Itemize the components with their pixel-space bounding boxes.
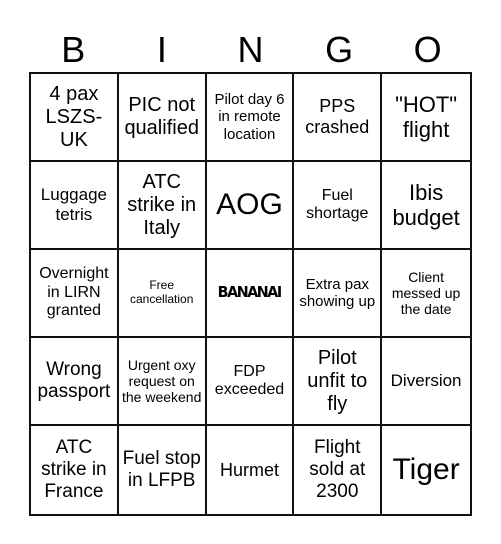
header-letter-n: N: [237, 29, 264, 70]
header-letter-i: I: [156, 29, 167, 70]
bingo-cell[interactable]: FDP exceeded: [206, 338, 295, 426]
header-letter-g: G: [325, 29, 354, 70]
bingo-grid: 4 pax LSZS-UK PIC not qualified Pilot da…: [29, 72, 472, 516]
bingo-cell[interactable]: Urgent oxy request on the weekend: [118, 338, 207, 426]
bingo-cell[interactable]: Wrong passport: [31, 338, 119, 426]
bingo-cell[interactable]: Fuel stop in LFPB: [119, 426, 207, 514]
bingo-cell[interactable]: Client messed up the date: [382, 250, 470, 338]
bingo-cell[interactable]: PPS crashed: [294, 74, 383, 162]
bingo-header: B I N G O: [29, 28, 472, 72]
bingo-cell[interactable]: AOG: [206, 162, 295, 250]
bingo-cell[interactable]: Flight sold at 2300: [294, 426, 383, 514]
bingo-cell[interactable]: PIC not qualified: [118, 74, 207, 162]
bingo-cell[interactable]: Luggage tetris: [31, 162, 119, 250]
bingo-cell[interactable]: Hurmet: [207, 426, 295, 514]
bingo-cell[interactable]: Tiger: [382, 426, 470, 514]
bingo-cell[interactable]: Overnight in LIRN granted: [31, 250, 119, 338]
bingo-cell[interactable]: Extra pax showing up: [294, 250, 383, 338]
bananai-logo: BANANAI: [217, 283, 283, 302]
bingo-cell[interactable]: Fuel shortage: [294, 162, 383, 250]
bingo-cell[interactable]: Pilot unfit to fly: [294, 338, 383, 426]
bingo-cell[interactable]: "HOT" flight: [382, 74, 470, 162]
bingo-cell[interactable]: Free cancellation: [118, 250, 207, 338]
bingo-cell[interactable]: Diversion: [382, 338, 470, 426]
bingo-cell[interactable]: ATC strike in France: [31, 426, 119, 514]
bingo-cell[interactable]: Pilot day 6 in remote location: [206, 74, 295, 162]
free-space-cell[interactable]: BANANAI: [206, 250, 295, 338]
bingo-cell[interactable]: 4 pax LSZS-UK: [31, 74, 119, 162]
bingo-cell[interactable]: ATC strike in Italy: [118, 162, 207, 250]
bingo-cell[interactable]: Ibis budget: [382, 162, 470, 250]
header-letter-o: O: [413, 29, 442, 70]
header-letter-b: B: [61, 29, 86, 70]
